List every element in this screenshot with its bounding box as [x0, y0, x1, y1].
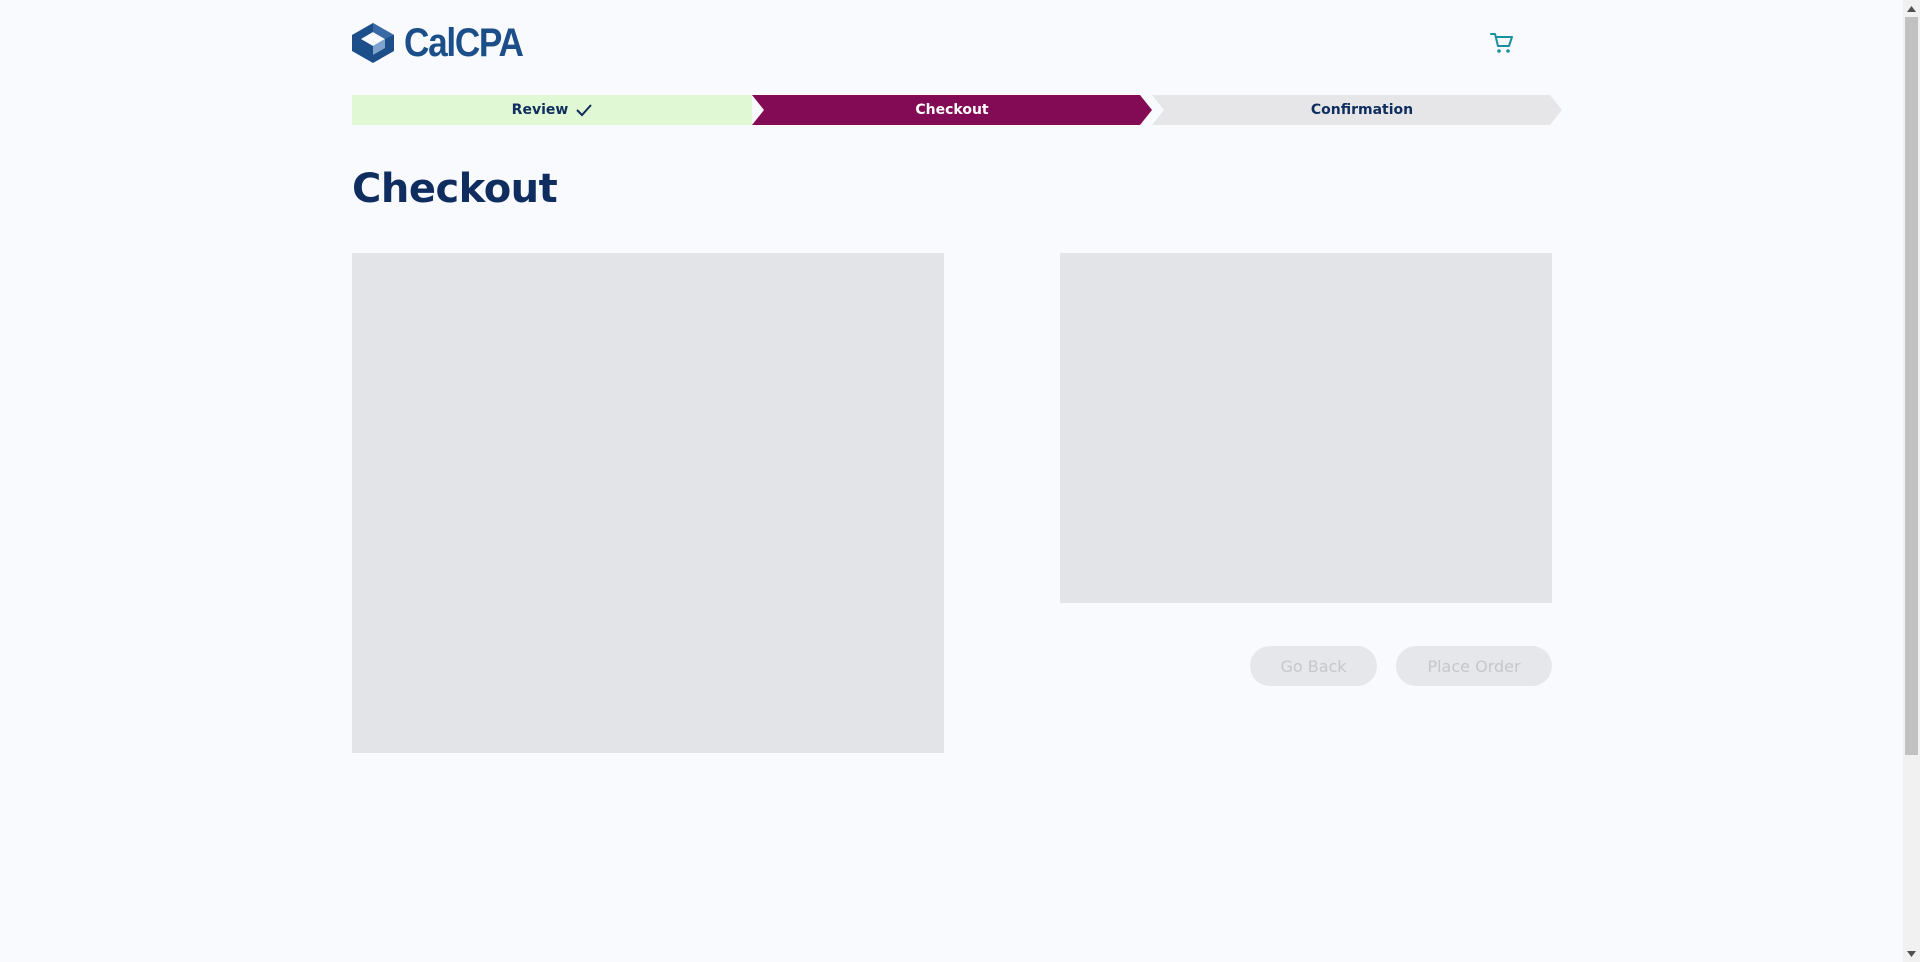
- go-back-button[interactable]: Go Back: [1250, 646, 1377, 686]
- cart-icon[interactable]: [1490, 32, 1514, 54]
- step-checkout-label: Checkout: [915, 102, 989, 118]
- billing-details-placeholder: [352, 253, 944, 753]
- scroll-down-arrow-icon[interactable]: [1903, 945, 1920, 962]
- step-review[interactable]: Review: [352, 95, 752, 125]
- calcpa-logo[interactable]: CalCPA: [352, 23, 539, 63]
- step-checkout: Checkout: [752, 95, 1152, 125]
- page-title: Checkout: [352, 166, 558, 212]
- checkmark-icon: [576, 104, 593, 117]
- vertical-scrollbar[interactable]: [1903, 0, 1920, 962]
- step-confirmation-label: Confirmation: [1310, 102, 1414, 118]
- calcpa-logo-mark-icon: [352, 23, 394, 63]
- checkout-progress-steps: Review Checkout Confirmation: [352, 95, 1562, 125]
- logo-text: CalCPA: [404, 21, 524, 65]
- place-order-button[interactable]: Place Order: [1396, 646, 1552, 686]
- scrollbar-thumb[interactable]: [1905, 17, 1918, 755]
- scroll-up-arrow-icon[interactable]: [1903, 0, 1920, 17]
- checkout-page: CalCPA Review Checkout Confirmation Chec…: [0, 0, 1920, 962]
- step-confirmation: Confirmation: [1152, 95, 1562, 125]
- order-summary-placeholder: [1060, 253, 1552, 603]
- step-review-label: Review: [511, 102, 569, 118]
